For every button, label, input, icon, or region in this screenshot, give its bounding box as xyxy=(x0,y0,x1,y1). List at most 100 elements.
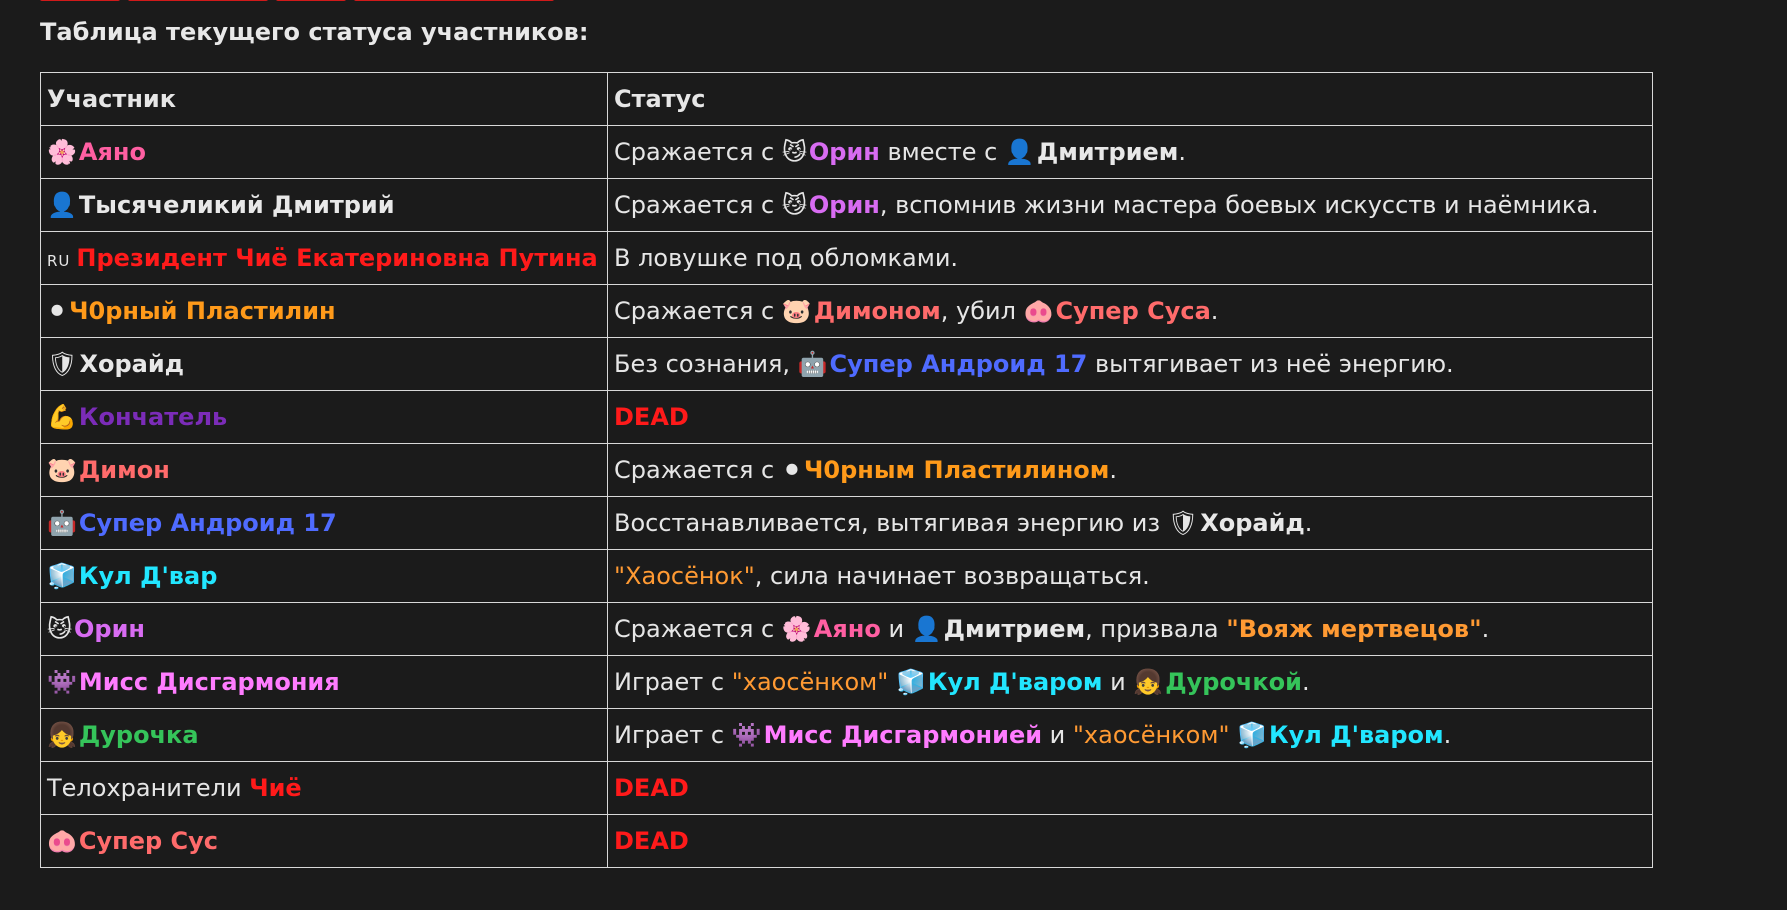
name-label: Хорайд xyxy=(1200,509,1305,537)
text-segment: Сражается с xyxy=(614,615,782,643)
text-segment xyxy=(888,668,896,696)
table-row: 👧Дурочка Играет с 👾Мисс Дисгармонией и "х… xyxy=(40,708,1653,762)
girl-icon: 👧 xyxy=(47,721,77,749)
text-segment: В ловушке под обломками. xyxy=(614,244,959,272)
participant-cell: 👾Мисс Дисгармония xyxy=(40,655,608,709)
text-segment: и xyxy=(880,615,912,643)
ru-flag-icon: RU xyxy=(47,252,71,270)
black-circle-icon: ⚫ xyxy=(47,297,68,325)
name-label: Орин xyxy=(74,615,146,643)
name-label: Дурочка xyxy=(78,721,199,749)
name-label: DEAD xyxy=(614,403,689,431)
name-label: Мисс Дисгармонией xyxy=(763,721,1043,749)
text-segment: вытягивает из неё энергию. xyxy=(1087,350,1454,378)
robot-face-icon: 🤖 xyxy=(47,509,77,537)
name-label: Супер Андроид 17 xyxy=(829,350,1088,378)
table-row: 🐽Супер Сус DEAD xyxy=(40,814,1653,868)
name-label: "Хаосёнок" xyxy=(614,562,755,590)
name-label: "Вояж мертвецов" xyxy=(1226,615,1482,643)
table-row: 😼Орин Сражается с 🌸Аяно и 👤Дмитрием, приз… xyxy=(40,602,1653,656)
cat-face-icon: 😼 xyxy=(47,615,73,643)
name-label: Мисс Дисгармония xyxy=(78,668,340,696)
status-cell: Сражается с 😼Орин вместе с 👤Дмитрием. xyxy=(607,125,1653,179)
ice-cube-icon: 🧊 xyxy=(1237,721,1268,749)
name-label: Ч0рным Пластилином xyxy=(803,456,1110,484)
table-row: RU Президент Чиё Екатериновна Путина В лов… xyxy=(40,231,1653,285)
name-label: Ч0рный Пластилин xyxy=(69,297,336,325)
text-segment: . xyxy=(1178,138,1187,166)
status-cell: В ловушке под обломками. xyxy=(607,231,1653,285)
text-segment: Сражается с xyxy=(614,138,782,166)
table-body: 🌸Аяно Сражается с 😼Орин вместе с 👤Дмитрие… xyxy=(40,125,1653,868)
text-segment xyxy=(1230,721,1238,749)
table-row: ⚫Ч0рный Пластилин Сражается с 🐷Димоном, у… xyxy=(40,284,1653,338)
participant-cell: 🤖Супер Андроид 17 xyxy=(40,496,608,550)
table-heading: Таблица текущего статуса участников: xyxy=(40,18,589,46)
header-status: Статус xyxy=(607,72,1653,126)
text-segment: Сражается с xyxy=(614,297,782,325)
status-cell: DEAD xyxy=(607,814,1653,868)
cherry-blossom-icon: 🌸 xyxy=(781,615,812,643)
name-label: Президент Чиё Екатериновна Путина xyxy=(76,244,598,272)
pig-nose-icon: 🐽 xyxy=(1023,297,1054,325)
text-segment: Играет с xyxy=(614,668,732,696)
text-segment: , вспомнив жизни мастера боевых искусств… xyxy=(879,191,1599,219)
pig-face-icon: 🐷 xyxy=(781,297,812,325)
text-segment: Сражается с xyxy=(614,456,782,484)
cropped-top-line xyxy=(40,0,1140,4)
text-segment: и xyxy=(1042,721,1073,749)
shield-icon: 🛡 xyxy=(1167,509,1199,537)
participant-cell: 💪Кончатель xyxy=(40,390,608,444)
text-segment: Играет с xyxy=(614,721,732,749)
pig-nose-icon: 🐽 xyxy=(47,827,77,855)
name-label: Чиё xyxy=(249,774,302,802)
name-label: Хорайд xyxy=(79,350,185,378)
text-segment: и xyxy=(1102,668,1134,696)
robot-face-icon: 🤖 xyxy=(797,350,828,378)
cherry-blossom-icon: 🌸 xyxy=(47,138,77,166)
status-cell: Сражается с 😼Орин, вспомнив жизни мастер… xyxy=(607,178,1653,232)
pig-face-icon: 🐷 xyxy=(47,456,77,484)
table-row: 🌸Аяно Сражается с 😼Орин вместе с 👤Дмитрие… xyxy=(40,125,1653,179)
name-label: Кул Д'варом xyxy=(1269,721,1444,749)
table-row: 🐷Димон Сражается с ⚫Ч0рным Пластилином. xyxy=(40,443,1653,497)
alien-monster-icon: 👾 xyxy=(731,721,762,749)
name-label: Кул Д'вар xyxy=(78,562,218,590)
text-segment: . xyxy=(1109,456,1118,484)
alien-monster-icon: 👾 xyxy=(47,668,77,696)
name-label: Орин xyxy=(808,138,880,166)
text-segment: Восстанавливается, вытягивая энергию из xyxy=(614,509,1168,537)
name-label: DEAD xyxy=(614,827,689,855)
text-segment: . xyxy=(1301,668,1310,696)
participant-cell: 😼Орин xyxy=(40,602,608,656)
participant-cell: 🧊Кул Д'вар xyxy=(40,549,608,603)
text-segment: , сила начинает возвращаться. xyxy=(754,562,1150,590)
status-cell: Играет с 👾Мисс Дисгармонией и "хаосёнком… xyxy=(607,708,1653,762)
table-row: 🤖Супер Андроид 17 Восстанавливается, вытя… xyxy=(40,496,1653,550)
ice-cube-icon: 🧊 xyxy=(895,668,926,696)
name-label: Аяно xyxy=(78,138,146,166)
name-label: Аяно xyxy=(813,615,881,643)
table-row: 🛡Хорайд Без сознания, 🤖Супер Андроид 17 в… xyxy=(40,337,1653,391)
name-label: Димоном xyxy=(813,297,941,325)
text-segment: Без сознания, xyxy=(614,350,798,378)
text-segment: , призвала xyxy=(1085,615,1227,643)
text-segment: , убил xyxy=(940,297,1024,325)
participant-cell: 🐷Димон xyxy=(40,443,608,497)
status-cell: "Хаосёнок", сила начинает возвращаться. xyxy=(607,549,1653,603)
status-cell: Восстанавливается, вытягивая энергию из … xyxy=(607,496,1653,550)
status-cell: Без сознания, 🤖Супер Андроид 17 вытягива… xyxy=(607,337,1653,391)
name-label: Дурочкой xyxy=(1165,668,1302,696)
bust-silhouette-icon: 👤 xyxy=(47,191,77,219)
text-segment: . xyxy=(1443,721,1452,749)
status-cell: Играет с "хаосёнком" 🧊Кул Д'варом и 👧Дур… xyxy=(607,655,1653,709)
participants-status-table: Участник Статус 🌸Аяно Сражается с 😼Орин в… xyxy=(40,72,1653,868)
bust-silhouette-icon: 👤 xyxy=(911,615,942,643)
participant-cell: Телохранители Чиё xyxy=(40,761,608,815)
name-label: DEAD xyxy=(614,774,689,802)
text-segment: . xyxy=(1304,509,1313,537)
text-segment: Телохранители xyxy=(47,774,250,802)
text-segment: Сражается с xyxy=(614,191,782,219)
name-label: "хаосёнком" xyxy=(731,668,889,696)
participant-cell: 👧Дурочка xyxy=(40,708,608,762)
